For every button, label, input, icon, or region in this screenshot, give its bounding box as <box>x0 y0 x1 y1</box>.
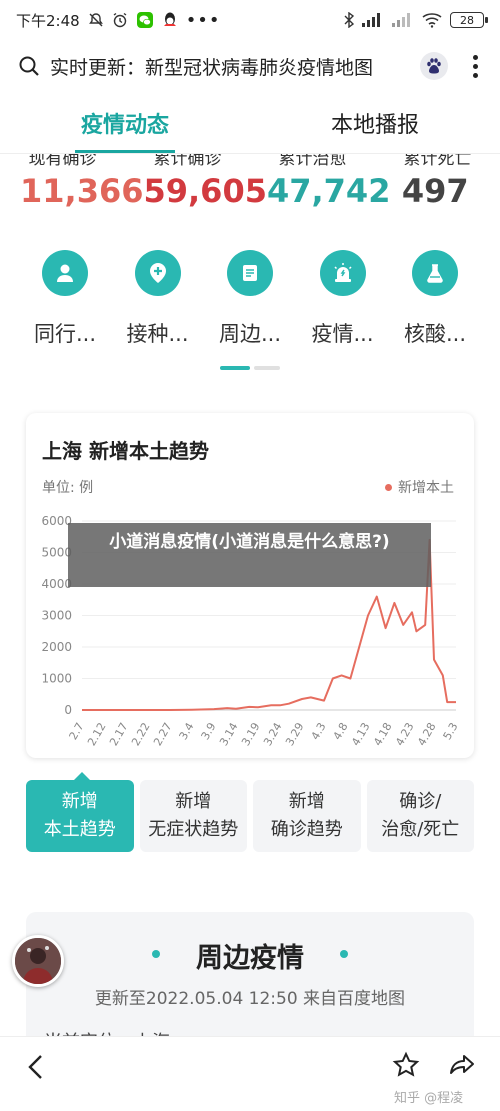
baidu-paw-icon[interactable] <box>420 52 448 80</box>
y-tick-label: 3000 <box>41 609 72 623</box>
x-tick-label: 3.9 <box>199 720 219 742</box>
tab-local-report[interactable]: 本地播报 <box>250 92 500 153</box>
status-right: 28 <box>344 12 488 28</box>
trend-asymptomatic-button[interactable]: 新增 无症状趋势 <box>139 780 247 852</box>
tab-bar: 疫情动态 本地播报 <box>0 92 500 154</box>
signal-icon <box>362 13 384 27</box>
x-tick-label: 2.17 <box>107 720 131 748</box>
location-plus-icon <box>134 250 181 296</box>
shortcut-label: 周边... <box>218 322 282 346</box>
trend-line1: 确诊/ <box>399 791 442 812</box>
flask-icon <box>412 250 458 296</box>
trend-cured-death-button[interactable]: 确诊/治愈/死亡 <box>366 780 474 852</box>
shortcut-nucleic[interactable]: 核酸... <box>390 250 480 348</box>
x-tick-label: 5.3 <box>441 720 461 742</box>
x-tick-label: 4.28 <box>415 720 439 748</box>
shortcut-label: 同行... <box>33 322 97 346</box>
document-icon <box>227 250 273 296</box>
search-icon[interactable] <box>18 55 40 77</box>
user-icon <box>42 250 88 296</box>
more-menu-icon[interactable] <box>468 54 482 78</box>
share-icon[interactable] <box>448 1051 476 1083</box>
siren-icon <box>319 250 366 296</box>
x-tick-label: 3.14 <box>217 720 241 748</box>
more-notifications-icon: ••• <box>185 9 221 31</box>
chart-title: 上海 新增本土趋势 <box>42 439 209 463</box>
status-time: 下午2:48 <box>16 11 80 30</box>
y-tick-label: 0 <box>64 703 72 717</box>
legend-label: 新增本土 <box>398 480 454 496</box>
shortcut-label: 接种... <box>126 322 189 346</box>
shortcut-same-trip[interactable]: 同行... <box>20 250 110 348</box>
x-tick-label: 4.3 <box>309 720 329 742</box>
x-tick-label: 4.23 <box>393 720 417 748</box>
y-tick-label: 2000 <box>41 640 72 654</box>
stat-total-confirmed: 59,605 <box>143 172 267 210</box>
chart-legend: 新增本土 <box>385 477 454 497</box>
trend-line1: 新增 <box>61 791 98 812</box>
alarm-icon <box>112 12 128 28</box>
qq-icon <box>162 11 178 29</box>
nearby-epidemic-card: 周边疫情 更新至2022.05.04 12:50 来自百度地图 当前定位：上海 <box>26 912 474 1053</box>
x-tick-label: 3.29 <box>283 720 307 748</box>
stat-total-death: 497 <box>401 172 469 210</box>
status-left: 下午2:48 ••• <box>16 10 221 31</box>
article-title-banner: 小道消息疫情(小道消息是什么意思?) <box>68 523 431 587</box>
x-tick-label: 4.18 <box>371 720 395 748</box>
shortcut-nearby[interactable]: 周边... <box>205 250 295 348</box>
shortcut-epidemic[interactable]: 疫情... <box>298 250 388 348</box>
wifi-icon <box>422 12 442 28</box>
back-arrow-icon[interactable] <box>26 1053 46 1085</box>
trend-line1: 新增 <box>175 791 212 812</box>
tab-epidemic-news[interactable]: 疫情动态 <box>0 92 250 153</box>
trend-selector: 新增本土趋势 新增无症状趋势 新增确诊趋势 确诊/治愈/死亡 <box>26 772 474 852</box>
page: 下午2:48 ••• 28 实时更新：新型冠状病毒肺炎疫情地图 疫情动态 本地播… <box>0 0 500 1111</box>
signal-2-icon <box>392 13 414 27</box>
address-bar: 实时更新：新型冠状病毒肺炎疫情地图 <box>0 40 500 92</box>
stat-current-confirmed: 11,366 <box>20 172 144 210</box>
bluetooth-icon <box>344 12 354 28</box>
nearby-title: 周边疫情 <box>196 943 304 974</box>
wechat-icon <box>136 11 154 29</box>
shortcut-label: 疫情... <box>311 322 374 346</box>
x-tick-label: 2.22 <box>129 720 153 748</box>
trend-line2: 确诊趋势 <box>270 819 343 840</box>
x-tick-label: 4.13 <box>349 720 373 748</box>
x-tick-label: 2.27 <box>151 720 175 748</box>
page-title[interactable]: 实时更新：新型冠状病毒肺炎疫情地图 <box>50 53 412 80</box>
stats-row: 11,366 59,605 47,742 497 <box>20 172 480 210</box>
shortcut-pager <box>220 366 280 370</box>
status-bar: 下午2:48 ••• 28 <box>0 0 500 40</box>
trend-local-new-button[interactable]: 新增 本土趋势 <box>26 772 134 852</box>
legend-dot <box>385 483 392 491</box>
x-tick-label: 3.24 <box>261 720 285 748</box>
y-tick-label: 1000 <box>41 672 72 686</box>
nearby-subtitle: 更新至2022.05.04 12:50 来自百度地图 <box>94 989 406 1009</box>
trend-confirmed-button[interactable]: 新增 确诊趋势 <box>253 780 361 852</box>
x-tick-label: 2.7 <box>67 720 87 742</box>
chart-unit: 单位: 例 <box>42 480 94 496</box>
x-tick-label: 2.12 <box>85 720 109 748</box>
floating-avatar[interactable] <box>12 935 64 987</box>
x-tick-label: 3.19 <box>239 720 263 748</box>
bottom-bar: 知乎 @程凌 <box>0 1036 500 1111</box>
x-tick-label: 4.8 <box>331 720 351 742</box>
watermark: 知乎 @程凌 <box>394 1091 464 1106</box>
trend-line2: 治愈/死亡 <box>381 819 460 840</box>
trend-line2: 本土趋势 <box>43 819 116 840</box>
stat-total-cured: 47,742 <box>266 172 391 210</box>
shortcut-label: 核酸... <box>403 322 467 346</box>
shortcut-vaccination[interactable]: 接种... <box>113 250 203 348</box>
battery-level: 28 <box>460 13 474 27</box>
battery-icon: 28 <box>450 12 488 28</box>
title-dot-right <box>340 950 348 958</box>
shortcut-row: 同行... 接种... 周边... 疫情... 核酸... <box>20 250 480 348</box>
trend-line1: 新增 <box>288 791 325 812</box>
trend-line2: 无症状趋势 <box>148 819 239 840</box>
star-icon[interactable] <box>392 1051 420 1083</box>
x-tick-label: 3.4 <box>177 720 197 742</box>
bell-mute-icon <box>88 12 104 28</box>
